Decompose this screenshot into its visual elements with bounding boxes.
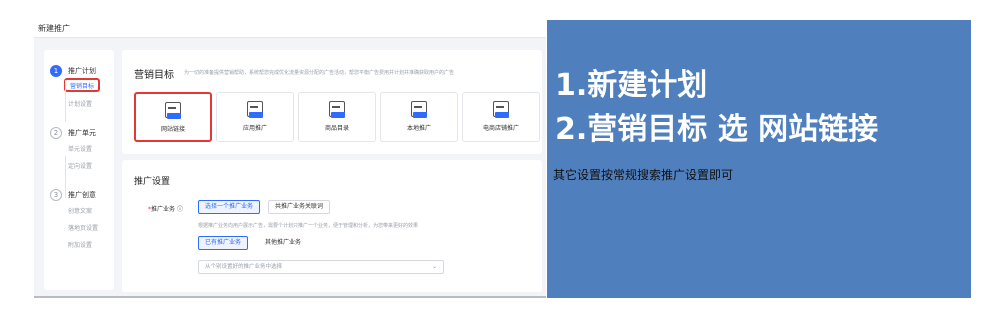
chevron-down-icon: ⌄ <box>431 263 437 270</box>
tab-existing-business[interactable]: 已有推广业务 <box>198 236 249 250</box>
step-label: 推广单元 <box>68 129 96 137</box>
instruction-note: 其它设置按常规搜索推广设置即可 <box>553 168 734 182</box>
goal-description: 为一切的准备提供营销帮助，系统帮您完成优化流量资源分配的广告活动，帮您平衡广告费… <box>184 70 455 76</box>
card-label: 应用推广 <box>242 125 267 132</box>
card-label: 电商店铺推广 <box>482 125 519 132</box>
screenshot-panel: 新建推广 1 推广计划 营销目标 计划设置 2 推广单元 单元设置 定向设置 3… <box>34 20 546 298</box>
instruction-step-1: 1.新建计划 <box>555 68 708 103</box>
substep-creative-copy[interactable]: 创意文案 <box>68 202 114 219</box>
instruction-panel: 1.新建计划 2.营销目标 选 网站链接 其它设置按常规搜索推广设置即可 <box>547 20 971 298</box>
marketing-goal-panel: 营销目标 为一切的准备提供营销帮助，系统帮您完成优化流量资源分配的广告活动，帮您… <box>122 50 542 154</box>
step-label: 推广计划 <box>68 67 96 75</box>
step-connector <box>65 80 66 122</box>
step-number: 1 <box>50 65 62 77</box>
goal-card-catalog[interactable]: 商品目录 <box>298 92 376 142</box>
substep-marketing-goal[interactable]: 营销目标 <box>64 78 100 92</box>
goal-card-website[interactable]: 网站链接 <box>134 92 212 142</box>
substep-landing-page[interactable]: 落地页设置 <box>68 219 114 236</box>
business-hint: 根据推广业务向用户展示广告，需要个计划只推广一个业务，便于管理和分析，为您带来更… <box>198 223 419 229</box>
steps-sidebar: 1 推广计划 营销目标 计划设置 2 推广单元 单元设置 定向设置 3 推广创意… <box>44 50 114 290</box>
settings-title: 推广设置 <box>134 177 171 187</box>
goal-card-local[interactable]: 本地推广 <box>380 92 458 142</box>
step-number: 2 <box>50 127 62 139</box>
substep-targeting[interactable]: 定向设置 <box>68 157 114 174</box>
card-label: 商品目录 <box>324 125 349 132</box>
business-label: *推广业务 ⓘ <box>148 206 183 213</box>
window-title: 新建推广 <box>34 20 546 38</box>
card-label: 网站链接 <box>160 126 185 133</box>
step-creative[interactable]: 3 推广创意 <box>50 188 114 202</box>
option-shared-keywords[interactable]: 共推广业务关联词 <box>268 200 331 214</box>
step-label: 推广创意 <box>68 191 96 199</box>
goal-card-app[interactable]: 应用推广 <box>216 92 294 142</box>
instruction-step-2: 2.营销目标 选 网站链接 <box>555 112 879 147</box>
goal-title: 营销目标 <box>134 70 174 81</box>
ecommerce-icon <box>493 101 509 119</box>
page: 新建推广 1 推广计划 营销目标 计划设置 2 推广单元 单元设置 定向设置 3… <box>0 0 1000 333</box>
info-icon: ⓘ <box>176 206 183 213</box>
tab-other-business[interactable]: 其他推广业务 <box>258 236 309 250</box>
step-plan[interactable]: 1 推广计划 <box>50 64 114 78</box>
app-icon <box>247 101 263 119</box>
select-placeholder: 从个别设置好的推广业务中选择 <box>205 264 283 270</box>
step-number: 3 <box>50 189 62 201</box>
substep-unit-settings[interactable]: 单元设置 <box>68 140 114 157</box>
substep-extra-settings[interactable]: 附加设置 <box>68 236 114 253</box>
business-select[interactable]: 从个别设置好的推广业务中选择 ⌄ <box>198 260 444 274</box>
option-single-business[interactable]: 选择一个推广业务 <box>198 200 261 214</box>
promotion-settings-panel: 推广设置 *推广业务 ⓘ 选择一个推广业务 共推广业务关联词 根据推广业务向用户… <box>122 160 542 292</box>
website-icon <box>165 102 181 120</box>
step-unit[interactable]: 2 推广单元 <box>50 126 114 140</box>
substep-plan-settings[interactable]: 计划设置 <box>68 95 114 112</box>
shop-icon <box>329 101 345 119</box>
store-location-icon <box>411 101 427 119</box>
goal-card-ecommerce[interactable]: 电商店铺推广 <box>462 92 540 142</box>
card-label: 本地推广 <box>406 125 431 132</box>
